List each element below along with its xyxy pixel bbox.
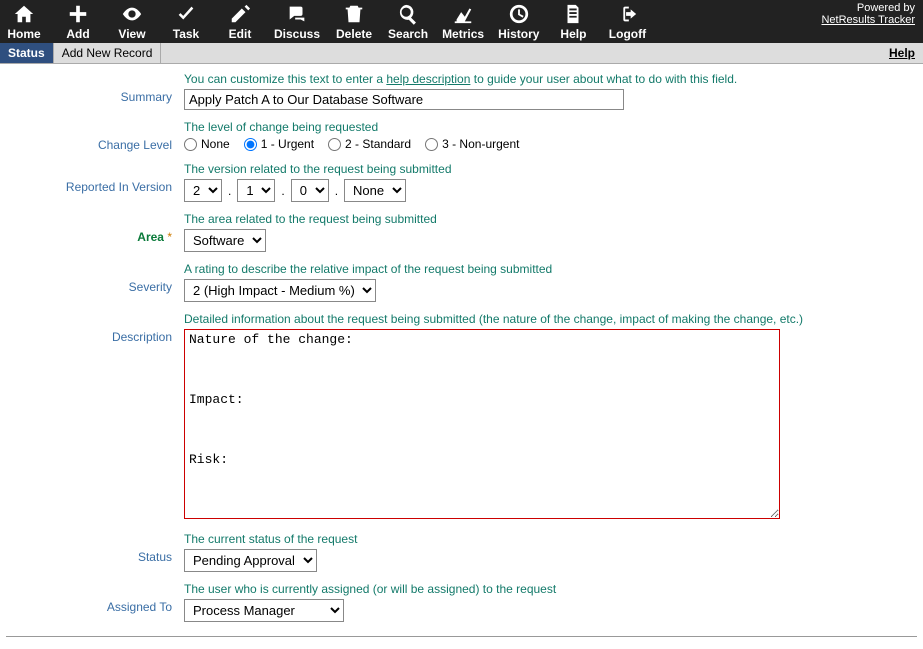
toolbar-label: History	[498, 27, 539, 41]
eye-icon	[120, 2, 144, 26]
powered-by-text: Powered by	[821, 2, 915, 14]
description-textarea[interactable]	[184, 329, 780, 519]
version-patch-select[interactable]: 0	[291, 179, 329, 202]
toolbar-label: View	[118, 27, 145, 41]
home-icon	[12, 2, 36, 26]
change-level-urgent[interactable]: 1 - Urgent	[244, 137, 314, 151]
assigned-to-label: Assigned To	[6, 582, 184, 614]
summary-label: Summary	[6, 72, 184, 104]
search-button[interactable]: Search	[388, 2, 428, 41]
help-description-link[interactable]: help description	[386, 72, 470, 86]
toolbar-label: Discuss	[274, 27, 320, 41]
document-icon	[561, 2, 585, 26]
sub-toolbar: Status Add New Record Help	[0, 43, 923, 64]
version-major-select[interactable]: 2	[184, 179, 222, 202]
toolbar-label: Home	[7, 27, 40, 41]
main-toolbar: Home Add View Task Edit Discuss Delete	[0, 0, 923, 43]
change-level-radios: None 1 - Urgent 2 - Standard 3 - Non-urg…	[184, 137, 917, 151]
toolbar-items: Home Add View Task Edit Discuss Delete	[4, 2, 647, 41]
view-button[interactable]: View	[112, 2, 152, 41]
description-label: Description	[6, 312, 184, 344]
toolbar-label: Edit	[229, 27, 252, 41]
change-level-nonurgent[interactable]: 3 - Non-urgent	[425, 137, 519, 151]
severity-select[interactable]: 2 (High Impact - Medium %)	[184, 279, 376, 302]
status-help: The current status of the request	[184, 532, 917, 546]
change-level-label: Change Level	[6, 120, 184, 152]
toolbar-label: Task	[173, 27, 199, 41]
summary-input[interactable]	[184, 89, 624, 110]
change-level-help: The level of change being requested	[184, 120, 917, 134]
add-button[interactable]: Add	[58, 2, 98, 41]
version-group: 2 . 1 . 0 . None	[184, 179, 917, 202]
subbar-help-link[interactable]: Help	[881, 43, 923, 63]
plus-icon	[66, 2, 90, 26]
assigned-to-help: The user who is currently assigned (or w…	[184, 582, 917, 596]
discuss-button[interactable]: Discuss	[274, 2, 320, 41]
reported-version-help: The version related to the request being…	[184, 162, 917, 176]
version-separator: .	[226, 184, 233, 198]
toolbar-label: Metrics	[442, 27, 484, 41]
toolbar-label: Help	[560, 27, 586, 41]
status-label: Status	[6, 532, 184, 564]
tab-add-new-record[interactable]: Add New Record	[54, 43, 162, 63]
area-select[interactable]: Software	[184, 229, 266, 252]
version-extra-select[interactable]: None	[344, 179, 406, 202]
version-separator: .	[333, 184, 340, 198]
change-level-standard[interactable]: 2 - Standard	[328, 137, 411, 151]
logout-icon	[615, 2, 639, 26]
toolbar-label: Logoff	[609, 27, 646, 41]
required-star: *	[167, 230, 172, 244]
form-area: Summary You can customize this text to e…	[0, 64, 923, 649]
change-level-none[interactable]: None	[184, 137, 230, 151]
reported-version-label: Reported In Version	[6, 162, 184, 194]
task-button[interactable]: Task	[166, 2, 206, 41]
summary-help: You can customize this text to enter a h…	[184, 72, 917, 86]
status-select[interactable]: Pending Approval	[184, 549, 317, 572]
chart-icon	[451, 2, 475, 26]
help-button[interactable]: Help	[553, 2, 593, 41]
area-label: Area *	[6, 212, 184, 244]
bottom-divider	[6, 636, 917, 637]
tab-status[interactable]: Status	[0, 43, 54, 63]
toolbar-label: Delete	[336, 27, 372, 41]
brand-area: Powered by NetResults Tracker	[821, 2, 915, 26]
clock-icon	[507, 2, 531, 26]
pencil-icon	[228, 2, 252, 26]
severity-label: Severity	[6, 262, 184, 294]
description-help: Detailed information about the request b…	[184, 312, 917, 326]
logoff-button[interactable]: Logoff	[607, 2, 647, 41]
trash-icon	[342, 2, 366, 26]
home-button[interactable]: Home	[4, 2, 44, 41]
area-help: The area related to the request being su…	[184, 212, 917, 226]
severity-help: A rating to describe the relative impact…	[184, 262, 917, 276]
toolbar-label: Search	[388, 27, 428, 41]
chat-icon	[285, 2, 309, 26]
metrics-button[interactable]: Metrics	[442, 2, 484, 41]
history-button[interactable]: History	[498, 2, 539, 41]
toolbar-label: Add	[66, 27, 89, 41]
edit-button[interactable]: Edit	[220, 2, 260, 41]
check-icon	[174, 2, 198, 26]
delete-button[interactable]: Delete	[334, 2, 374, 41]
version-separator: .	[279, 184, 286, 198]
brand-link[interactable]: NetResults Tracker	[821, 14, 915, 26]
version-minor-select[interactable]: 1	[237, 179, 275, 202]
search-icon	[396, 2, 420, 26]
